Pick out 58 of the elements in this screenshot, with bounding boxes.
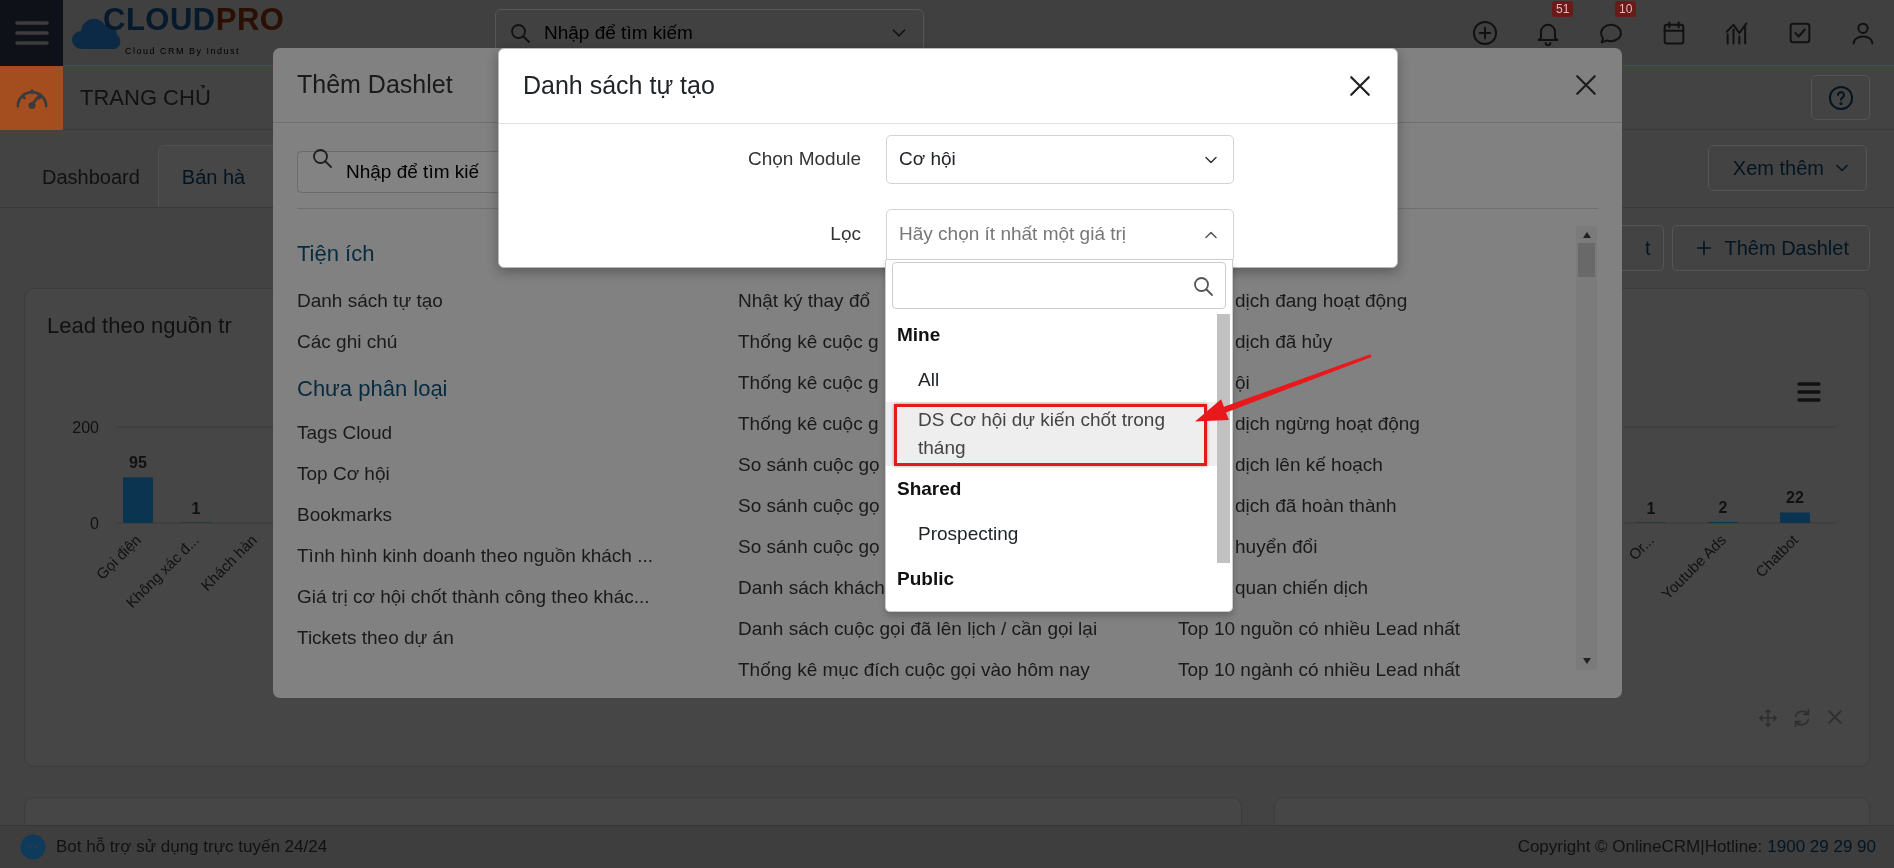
dropdown-option[interactable]: Prospecting [886, 512, 1217, 556]
dashlet-option[interactable]: Các ghi chú [297, 328, 398, 357]
messenger-icon[interactable] [20, 834, 46, 860]
dashlet-option[interactable]: dịch đã hoàn thành [1235, 492, 1397, 521]
dashlet-option[interactable]: dịch đã hủy [1235, 328, 1333, 357]
count-badge: 10 [1615, 0, 1637, 17]
group-label: Public [896, 566, 955, 591]
dropdown-option[interactable]: All [886, 358, 1217, 402]
dashlet-option[interactable]: Tags Cloud [297, 419, 393, 448]
dashlet-option[interactable]: huyển đổi [1235, 533, 1318, 562]
bar [123, 477, 153, 523]
add-icon[interactable] [1470, 18, 1499, 47]
dashlet-option[interactable]: Top 10 ngành có nhiều Lead nhất [1178, 656, 1461, 685]
dashlet-option[interactable]: Danh sách tự tạo [297, 287, 443, 316]
select-field[interactable]: Cơ hội [886, 135, 1234, 184]
dialog-title: Danh sách tự tạo [523, 70, 715, 102]
help-icon [1826, 83, 1855, 112]
dashlet-option[interactable]: quan chiến dịch [1235, 574, 1369, 603]
scroll-down-icon[interactable] [1581, 657, 1592, 665]
dashlet-option[interactable]: Thống kê cuộc g [738, 328, 879, 357]
dashlet-option[interactable]: Giá trị cơ hội chốt thành công theo khác... [297, 583, 650, 612]
dashlet-option[interactable]: Thống kê cuộc g [738, 369, 879, 398]
dashlet-option[interactable]: Tình hình kinh doanh theo nguồn khách ... [297, 542, 653, 571]
menu-icon[interactable] [1797, 382, 1821, 402]
search-field[interactable]: Nhập để tìm kiế [297, 151, 498, 193]
group-label: Mine [896, 322, 942, 347]
dashlet-option[interactable]: Nhật ký thay đổ [738, 287, 871, 316]
help-button[interactable] [1811, 75, 1870, 120]
dashlet-option[interactable]: dịch ngừng hoạt động [1235, 410, 1420, 439]
dashlet-option[interactable]: dịch đang hoạt động [1235, 287, 1408, 316]
count-badge: 51 [1552, 0, 1574, 17]
select-field[interactable]: Hãy chọn ít nhất một giá trị [886, 209, 1234, 260]
scrollbar-thumb[interactable] [1217, 314, 1230, 563]
dashlet-option[interactable]: Danh sách cuộc gọi đã lên lịch / cần gọi lại [738, 615, 1098, 644]
bar [1780, 512, 1810, 523]
section-heading: Tiện ích [297, 240, 376, 268]
dashlet-option[interactable]: So sánh cuộc gọ [738, 492, 880, 521]
scrollbar[interactable] [1576, 226, 1597, 670]
dashlet-option[interactable]: ội [1235, 369, 1250, 398]
move-icon[interactable] [1757, 707, 1779, 729]
dashlet-option[interactable]: Top 10 nguồn có nhiều Lead nhất [1178, 615, 1461, 644]
dashlet-option[interactable]: So sánh cuộc gọ [738, 533, 880, 562]
group-label: Shared [896, 476, 963, 501]
dashlet-option[interactable]: So sánh cuộc gọ [738, 451, 880, 480]
dashlet-option[interactable]: dịch lên kế hoạch [1235, 451, 1383, 480]
field-label: Chọn Module [746, 147, 861, 172]
dashlet-option[interactable]: Danh sách khách [738, 574, 885, 603]
dashlet-option[interactable]: Tickets theo dự án [297, 624, 454, 653]
close-icon[interactable] [1825, 707, 1845, 727]
dashlet-option[interactable]: Thống kê mục đích cuộc gọi vào hôm nay [738, 656, 1090, 685]
search-icon [310, 146, 334, 170]
field-label: Lọc [829, 222, 861, 247]
dashlet-option[interactable]: Thống kê cuộc g [738, 410, 879, 439]
section-heading: Chưa phân loại [297, 374, 449, 403]
dashlet-option[interactable]: Top Cơ hội [297, 460, 390, 489]
dialog-title: Thêm Dashlet [297, 69, 453, 101]
dashlet-option[interactable]: Bookmarks [297, 501, 393, 530]
scroll-up-icon[interactable] [1581, 231, 1592, 239]
